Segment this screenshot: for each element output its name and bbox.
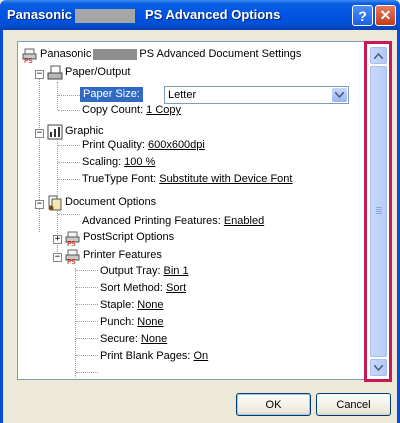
- svg-text:PS: PS: [67, 258, 76, 264]
- chevron-down-icon: [374, 364, 383, 371]
- tree-item-postscript-options[interactable]: PS PostScript Options: [65, 229, 174, 246]
- tree-item-copy-count[interactable]: Copy Count: 1 Copy: [82, 102, 181, 119]
- copy-count-label: Copy Count:: [82, 104, 144, 116]
- scaling-value[interactable]: 100 %: [124, 154, 155, 171]
- scroll-up-button[interactable]: [370, 47, 387, 64]
- document-options-label: Document Options: [65, 196, 157, 208]
- paper-size-label: Paper Size:: [80, 87, 143, 102]
- sort-method-value[interactable]: Sort: [166, 280, 186, 297]
- staple-value[interactable]: None: [137, 297, 163, 314]
- tree-item-print-blank-pages[interactable]: Print Blank Pages: On: [100, 348, 208, 365]
- printer-features-label: Printer Features: [83, 249, 162, 261]
- collapse-document-options-toggle[interactable]: −: [35, 200, 44, 209]
- tree-item-secure[interactable]: Secure: None: [100, 331, 167, 348]
- tree-item-scaling[interactable]: Scaling: 100 %: [82, 154, 155, 171]
- collapse-paper-output-toggle[interactable]: −: [35, 70, 44, 79]
- tree-root-suffix: PS Advanced Document Settings: [139, 48, 302, 60]
- svg-text:PS: PS: [67, 240, 76, 246]
- svg-text:PS: PS: [24, 57, 33, 63]
- tree-item-truetype-font[interactable]: TrueType Font: Substitute with Device Fo…: [82, 171, 292, 188]
- cancel-button[interactable]: Cancel: [316, 393, 391, 416]
- window-title-right: PS Advanced Options: [145, 7, 281, 22]
- collapse-printer-features-toggle[interactable]: −: [53, 253, 62, 262]
- tree-item-punch[interactable]: Punch: None: [100, 314, 164, 331]
- collapse-graphic-toggle[interactable]: −: [35, 129, 44, 138]
- tree-root[interactable]: PS Panasonic PS Advanced Document Settin…: [22, 46, 301, 63]
- truetype-font-value[interactable]: Substitute with Device Font: [159, 171, 292, 188]
- tree-item-paper-output[interactable]: Paper/Output: [47, 64, 130, 81]
- output-tray-label: Output Tray:: [100, 265, 161, 277]
- truetype-font-label: TrueType Font:: [82, 173, 157, 185]
- paper-output-label: Paper/Output: [65, 66, 131, 78]
- copy-count-value[interactable]: 1 Copy: [146, 102, 181, 119]
- tree-root-label: Panasonic: [40, 48, 92, 60]
- tree-item-output-tray[interactable]: Output Tray: Bin 1: [100, 263, 189, 280]
- close-button[interactable]: ✕: [375, 5, 396, 26]
- secure-value[interactable]: None: [141, 331, 167, 348]
- scrollbar-thumb[interactable]: [370, 66, 387, 357]
- title-bar[interactable]: Panasonic PS Advanced Options ? ✕: [0, 0, 400, 30]
- tree-item-printer-features[interactable]: PS Printer Features: [65, 247, 162, 264]
- chevron-up-icon: [374, 52, 383, 59]
- tree-item-document-options[interactable]: Document Options: [47, 194, 156, 211]
- vertical-scrollbar[interactable]: [370, 47, 387, 376]
- paper-size-value: Letter: [168, 89, 197, 101]
- advanced-printing-value[interactable]: Enabled: [224, 213, 264, 230]
- help-button[interactable]: ?: [352, 5, 373, 26]
- print-quality-value[interactable]: 600x600dpi: [148, 137, 205, 154]
- tree-item-sort-method[interactable]: Sort Method: Sort: [100, 280, 186, 297]
- output-tray-value[interactable]: Bin 1: [164, 263, 189, 280]
- graphic-chart-icon: [47, 124, 63, 140]
- print-blank-pages-label: Print Blank Pages:: [100, 350, 191, 362]
- redacted-model-name: [93, 49, 138, 60]
- postscript-options-label: PostScript Options: [83, 231, 175, 243]
- chevron-down-icon[interactable]: [332, 88, 347, 102]
- settings-tree[interactable]: PS Panasonic PS Advanced Document Settin…: [17, 41, 391, 380]
- punch-label: Punch:: [100, 316, 135, 328]
- tree-item-advanced-printing[interactable]: Advanced Printing Features: Enabled: [82, 213, 264, 230]
- expand-postscript-options-toggle[interactable]: +: [53, 235, 62, 244]
- printer-ps-icon: PS: [22, 47, 38, 63]
- ok-button[interactable]: OK: [236, 393, 311, 416]
- advanced-printing-label: Advanced Printing Features:: [82, 215, 221, 227]
- scaling-label: Scaling:: [82, 156, 122, 168]
- paper-output-icon: [47, 65, 63, 81]
- document-options-icon: [47, 195, 63, 211]
- print-blank-pages-value[interactable]: On: [194, 348, 209, 365]
- window-title-left: Panasonic: [7, 7, 73, 22]
- printer-ps-icon: PS: [65, 248, 81, 264]
- scroll-down-button[interactable]: [370, 359, 387, 376]
- secure-label: Secure:: [100, 333, 138, 345]
- tree-item-print-quality[interactable]: Print Quality: 600x600dpi: [82, 137, 205, 154]
- printer-ps-icon: PS: [65, 230, 81, 246]
- print-quality-label: Print Quality:: [82, 139, 145, 151]
- tree-item-paper-size[interactable]: Paper Size:: [80, 86, 143, 103]
- staple-label: Staple:: [100, 299, 135, 311]
- sort-method-label: Sort Method:: [100, 282, 163, 294]
- punch-value[interactable]: None: [137, 314, 163, 331]
- tree-item-staple[interactable]: Staple: None: [100, 297, 164, 314]
- paper-size-select[interactable]: Letter: [164, 86, 349, 104]
- redacted-model-name: [75, 9, 135, 23]
